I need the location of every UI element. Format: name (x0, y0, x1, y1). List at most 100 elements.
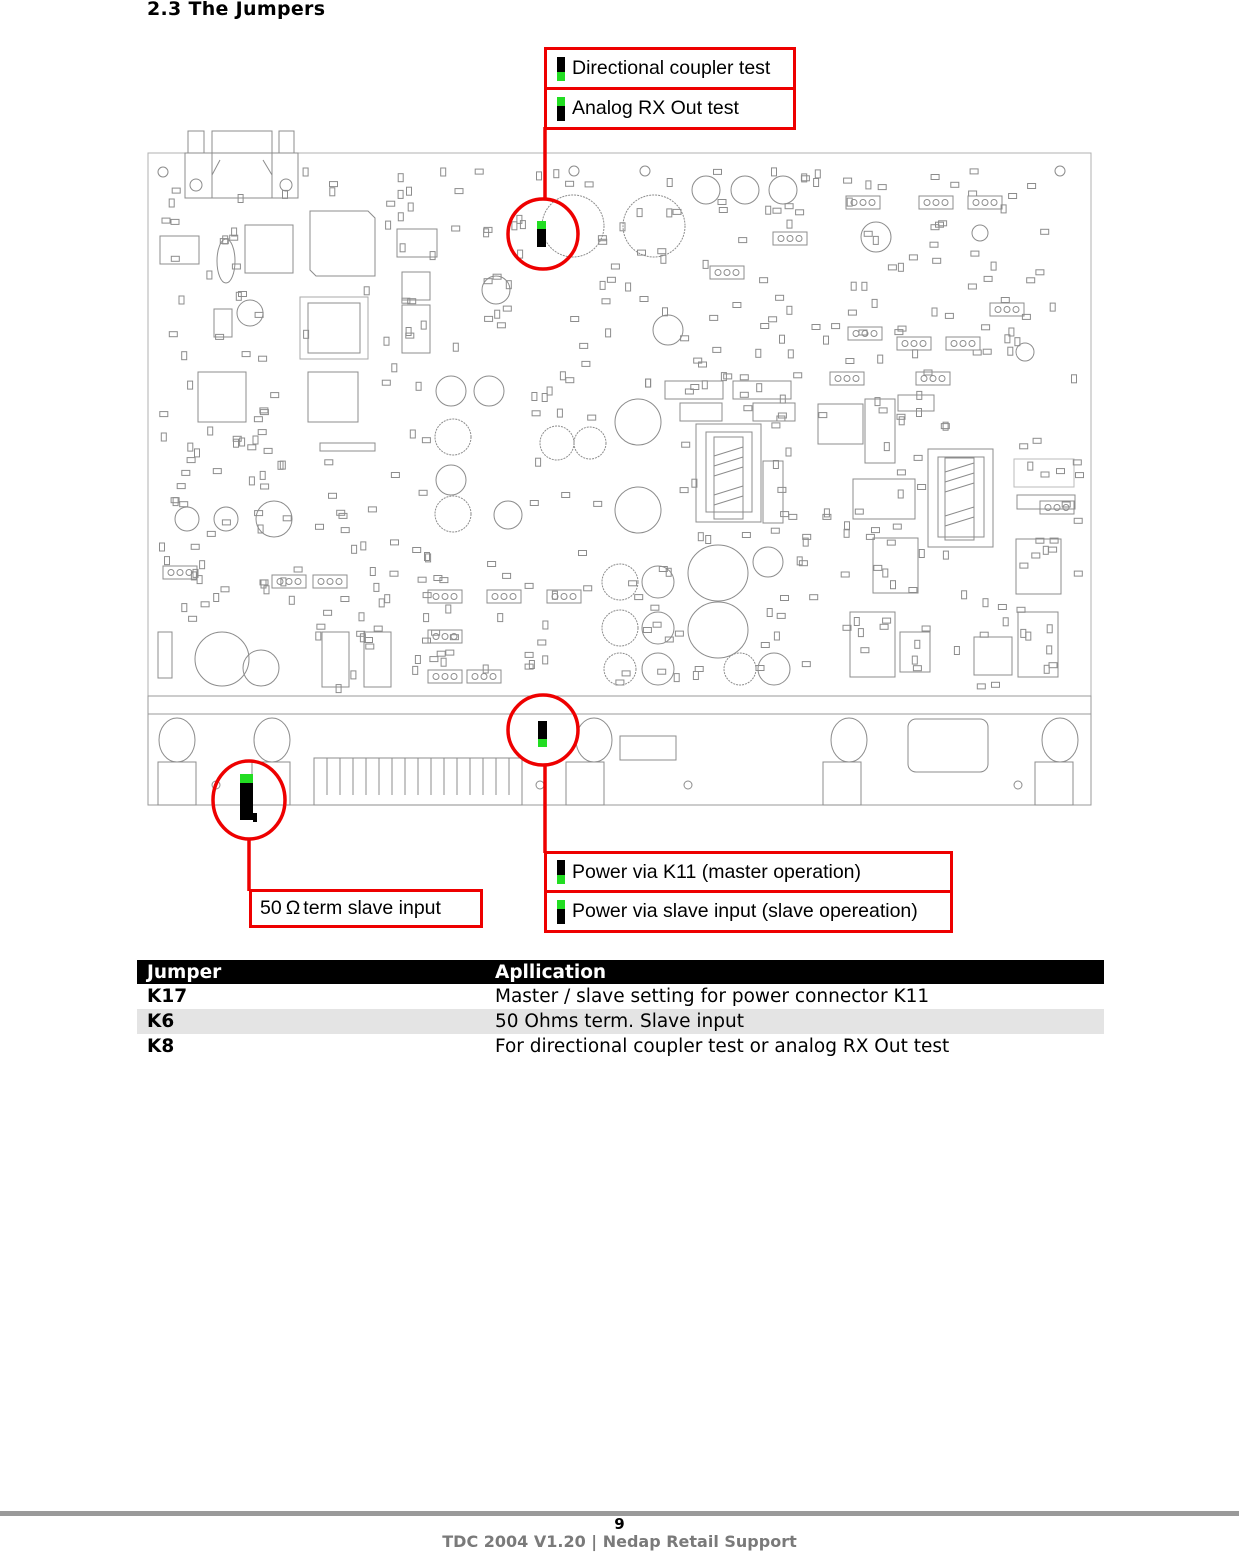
smd-pad (524, 582, 534, 589)
smd-pad (619, 222, 626, 232)
smd-pad (760, 323, 770, 329)
smd-pad (896, 469, 906, 476)
table-row: K6 50 Ohms term. Slave input (137, 1009, 1104, 1034)
smd-pad (440, 657, 447, 667)
jumper-k17 (538, 721, 547, 747)
smd-pad (168, 198, 175, 208)
smd-pad (1014, 337, 1021, 347)
smd-pad (1046, 624, 1053, 634)
smd-pad (772, 207, 782, 214)
smd-pad (390, 539, 399, 546)
smd-pad (397, 189, 404, 199)
smd-pad (553, 169, 560, 179)
smd-pad (231, 263, 241, 270)
smd-pad (983, 275, 993, 282)
smd-pad (766, 608, 773, 617)
smd-pad (412, 547, 422, 553)
smd-pad (181, 603, 188, 613)
smd-pad (570, 316, 580, 322)
mount-hole (157, 166, 169, 178)
mount-hole (1054, 165, 1066, 177)
smd-pad (1007, 346, 1014, 356)
smd-pad (723, 373, 733, 380)
column-header-application: Apllication (495, 961, 607, 983)
smd-pad (254, 510, 264, 517)
smd-pad (454, 188, 464, 195)
smd-pad (176, 483, 186, 490)
smd-pad (773, 631, 780, 641)
smd-pad (776, 612, 786, 619)
smd-pad (770, 527, 780, 534)
smd-pad (168, 331, 178, 338)
jumper-state-icon (557, 860, 565, 884)
smd-pad (739, 391, 749, 398)
callout-label: Power via slave input (slave opereation) (572, 900, 918, 922)
smd-pad (254, 311, 264, 318)
smd-pad (181, 351, 188, 361)
smd-pad (420, 320, 427, 330)
smd-pad (335, 684, 342, 694)
smd-pad (1002, 617, 1009, 627)
smd-pad (877, 354, 884, 364)
smd-pad (765, 205, 772, 215)
smd-pad (259, 470, 266, 480)
smd-pad (844, 521, 850, 531)
jumper-k17-cap (538, 739, 547, 747)
smd-pad (857, 628, 864, 638)
smd-pad (913, 454, 923, 461)
smd-pad (705, 535, 712, 544)
smd-pad (674, 630, 684, 637)
smd-pad (732, 302, 742, 308)
smd-pad (365, 643, 375, 650)
smd-pad (593, 500, 603, 507)
smd-pad (673, 673, 680, 683)
smd-pad (206, 530, 216, 537)
smd-pad (409, 429, 416, 439)
smd-pad (239, 437, 246, 447)
smd-pad (259, 409, 269, 416)
smd-pad (1071, 374, 1077, 384)
application-cell: For directional coupler test or analog R… (495, 1036, 950, 1057)
table-row: K8 For directional coupler test or analo… (137, 1034, 1104, 1059)
smd-pad (979, 631, 989, 638)
smd-pad (536, 171, 542, 181)
smd-pad (172, 497, 179, 507)
callout-directional-coupler-test: Directional coupler test (544, 47, 796, 90)
smd-pad (247, 444, 257, 451)
smd-pad (373, 582, 380, 592)
smd-pad (813, 178, 820, 187)
smd-pad (843, 177, 853, 184)
smd-pad (982, 348, 992, 355)
smd-pad (786, 305, 793, 315)
smd-pad (657, 248, 667, 255)
smd-pad (494, 309, 501, 319)
smd-pad (784, 203, 794, 210)
smd-pad (756, 383, 763, 393)
smd-pad (950, 181, 960, 188)
smd-pad (912, 665, 922, 672)
smd-pad (814, 169, 821, 179)
smd-pad (212, 468, 222, 475)
smd-pad (253, 416, 263, 423)
smd-pad (282, 189, 288, 199)
smd-pad (340, 527, 350, 534)
smd-pad (546, 386, 553, 396)
smd-pad (389, 570, 399, 577)
smd-pad (897, 262, 904, 272)
smd-pad (702, 259, 709, 269)
smd-pad (1027, 461, 1034, 471)
smd-pad (579, 342, 589, 349)
smd-pad (1032, 437, 1042, 444)
smd-pad (199, 560, 206, 570)
smd-pad (883, 442, 890, 452)
smd-pad (213, 593, 220, 602)
smd-pad (422, 592, 432, 599)
smd-pad (194, 448, 200, 458)
pcb-figure: Directional coupler test Analog RX Out t… (0, 0, 1239, 950)
smd-pad (535, 457, 542, 467)
callout-label: Directional coupler test (572, 57, 771, 79)
smd-pad (887, 264, 897, 271)
smd-pad (1026, 277, 1036, 284)
smd-pad (551, 590, 558, 600)
smd-pad (908, 254, 918, 261)
